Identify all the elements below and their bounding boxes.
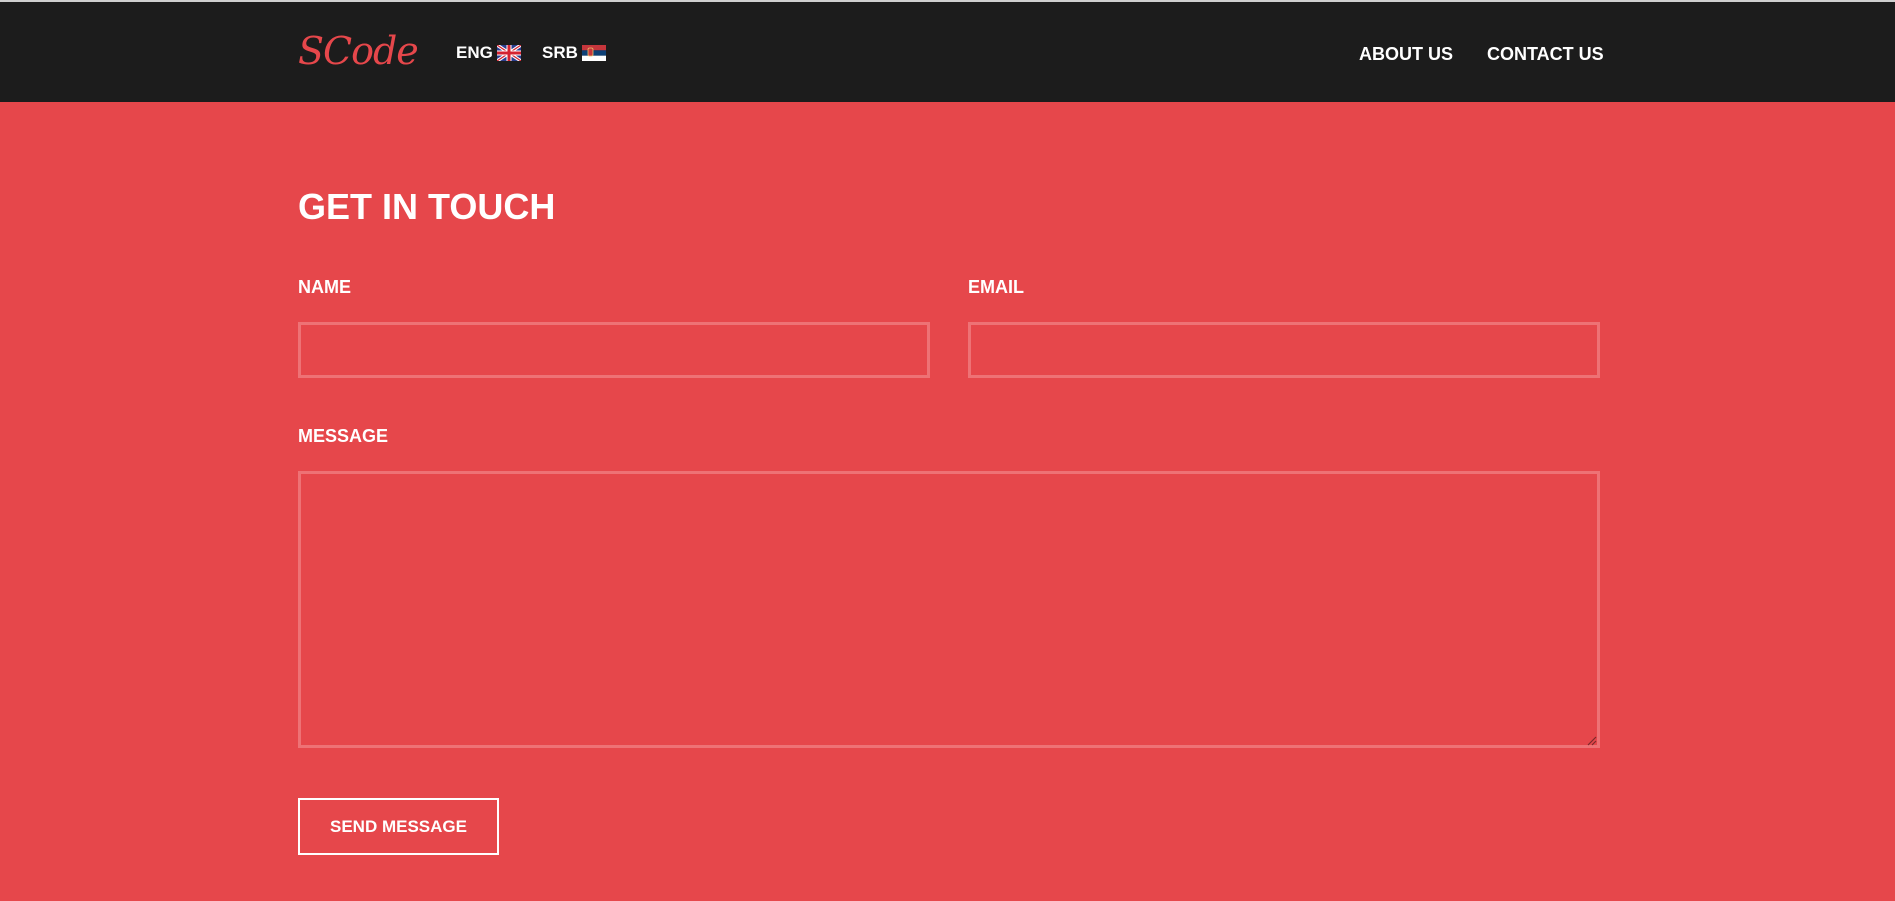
page-title: GET IN TOUCH	[298, 186, 556, 227]
language-srb-label: SRB	[542, 43, 578, 62]
serbia-flag-icon	[581, 45, 606, 61]
language-eng[interactable]: ENG	[456, 43, 522, 63]
message-label: MESSAGE	[298, 426, 389, 446]
resize-grip-icon[interactable]	[1585, 733, 1597, 746]
email-label: EMAIL	[968, 277, 1024, 297]
uk-flag-icon	[495, 43, 522, 63]
nav-about-us[interactable]: ABOUT US	[1359, 43, 1453, 65]
site-logo[interactable]: SCode	[298, 28, 419, 74]
send-message-button[interactable]: SEND MESSAGE	[298, 798, 499, 855]
message-textarea[interactable]	[298, 471, 1600, 748]
language-srb[interactable]: SRB	[542, 43, 606, 63]
email-input[interactable]	[968, 322, 1600, 378]
language-eng-label: ENG	[456, 43, 493, 62]
name-input[interactable]	[298, 322, 930, 378]
nav-contact-us[interactable]: CONTACT US	[1487, 43, 1604, 65]
navbar: SCode ENG SRB ABOUT US CONTACT US	[0, 2, 1895, 102]
name-label: NAME	[298, 277, 351, 297]
